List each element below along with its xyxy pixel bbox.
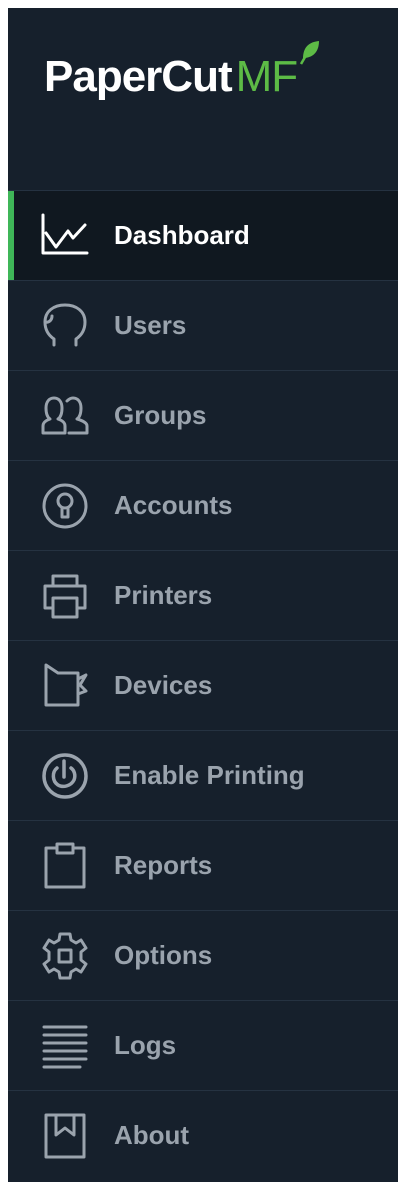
- printer-icon: [40, 571, 90, 621]
- about-icon: [40, 1111, 90, 1161]
- nav-label-printers: Printers: [114, 580, 213, 610]
- nav-label-users: Users: [114, 310, 187, 340]
- logs-icon: [40, 1021, 90, 1071]
- nav-item-users[interactable]: Users: [8, 280, 398, 370]
- clipboard-icon: [40, 841, 90, 891]
- main-nav: Dashboard Users Groups Accounts Printers…: [8, 190, 398, 1180]
- device-icon: [40, 661, 90, 711]
- nav-label-devices: Devices: [114, 670, 213, 700]
- leaf-icon: [299, 26, 321, 76]
- nav-item-accounts[interactable]: Accounts: [8, 460, 398, 550]
- nav-item-printers[interactable]: Printers: [8, 550, 398, 640]
- nav-item-dashboard[interactable]: Dashboard: [8, 190, 398, 280]
- nav-label-groups: Groups: [114, 400, 207, 430]
- nav-item-enable-printing[interactable]: Enable Printing: [8, 730, 398, 820]
- nav-label-logs: Logs: [114, 1030, 177, 1060]
- dashboard-chart-icon: [40, 211, 90, 261]
- gear-icon: [40, 931, 90, 981]
- sidebar: PaperCut MF Dashboard Users Groups Accou…: [8, 8, 398, 1182]
- nav-label-reports: Reports: [114, 850, 213, 880]
- nav-item-groups[interactable]: Groups: [8, 370, 398, 460]
- nav-item-about[interactable]: About: [8, 1090, 398, 1180]
- nav-label-enable-printing: Enable Printing: [114, 760, 305, 790]
- nav-item-reports[interactable]: Reports: [8, 820, 398, 910]
- nav-label-accounts: Accounts: [114, 490, 233, 520]
- nav-item-options[interactable]: Options: [8, 910, 398, 1000]
- user-head-icon: [40, 301, 90, 351]
- account-icon: [40, 481, 90, 531]
- nav-item-logs[interactable]: Logs: [8, 1000, 398, 1090]
- logo-suffix: MF: [235, 52, 299, 101]
- logo-name: PaperCut: [44, 52, 233, 101]
- papercut-logo[interactable]: PaperCut MF: [44, 41, 321, 102]
- nav-label-options: Options: [114, 940, 213, 970]
- brand-header: PaperCut MF: [8, 8, 398, 190]
- group-icon: [40, 391, 90, 441]
- enable-printing-icon: [40, 751, 90, 801]
- nav-item-devices[interactable]: Devices: [8, 640, 398, 730]
- nav-label-about: About: [114, 1120, 190, 1150]
- nav-label-dashboard: Dashboard: [114, 220, 250, 250]
